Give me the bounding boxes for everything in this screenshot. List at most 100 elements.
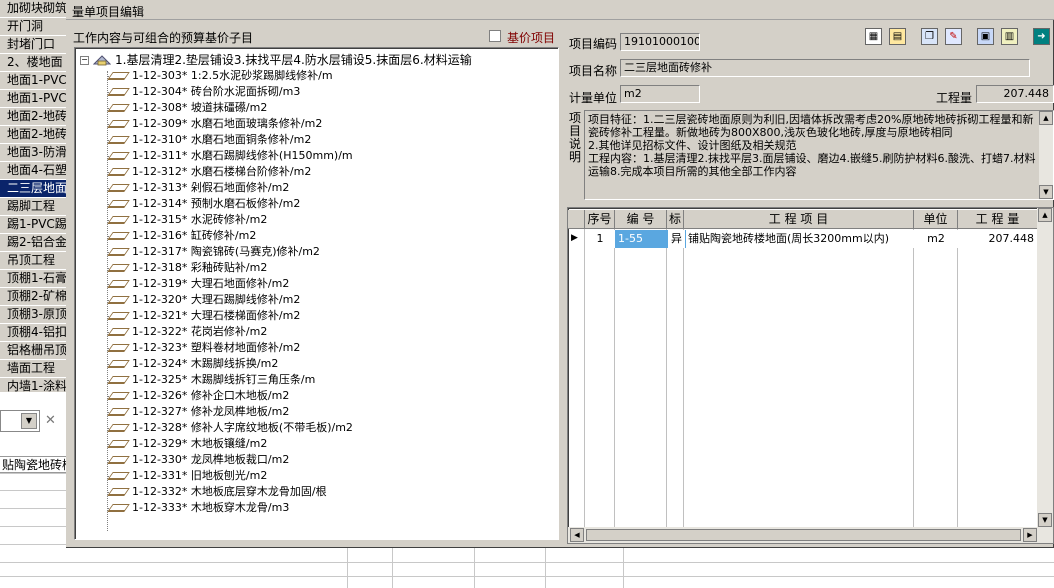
quota-item-icon (107, 296, 130, 304)
exit-icon[interactable]: ➜ (1033, 28, 1050, 45)
scroll-right-icon[interactable]: ▶ (1023, 528, 1037, 542)
calculator-icon[interactable]: ▦ (865, 28, 882, 45)
cell-unit[interactable]: m2 (914, 230, 958, 248)
list-item[interactable]: 地面1-PVC (0, 90, 66, 108)
col-header-flag[interactable]: 标 (667, 210, 684, 229)
col-header-code[interactable]: 编 号 (615, 210, 667, 229)
list-item[interactable]: 地面3-防滑 (0, 144, 66, 162)
sub-item-tree[interactable]: − 1.基层清理2.垫层铺设3.抹找平层4.防水层铺设5.抹面层6.材料运输 1… (74, 47, 559, 540)
tree-leaf-item[interactable]: 1-12-320* 大理石踢脚线修补/m2 (107, 292, 300, 308)
list-item[interactable]: 2、楼地面 (0, 54, 66, 72)
tree-leaf-item[interactable]: 1-12-314* 预制水磨石板修补/m2 (107, 196, 300, 212)
quota-item-icon (107, 488, 130, 496)
list-item[interactable]: 地面4-石塑 (0, 162, 66, 180)
scroll-up-icon[interactable]: ▲ (1039, 111, 1053, 125)
collapse-icon[interactable]: − (80, 56, 89, 65)
chart-icon[interactable]: ▥ (1001, 28, 1018, 45)
table-row[interactable]: 1 1-55 异 铺贴陶瓷地砖楼地面(周长3200mm以内) m2 207.44… (585, 230, 1037, 248)
name-field[interactable]: 二三层地面砖修补 (620, 59, 1030, 77)
chevron-down-icon[interactable]: ▼ (21, 413, 37, 429)
quota-grid[interactable]: 序号 编 号 标 工 程 项 目 单位 工 程 量 1 1-55 异 铺贴陶瓷地… (567, 207, 1054, 544)
list-item[interactable]: 踢1-PVC踢脚 (0, 216, 66, 234)
tree-leaf-item[interactable]: 1-12-309* 水磨石地面玻璃条修补/m2 (107, 116, 322, 132)
edit-icon[interactable]: ✎ (945, 28, 962, 45)
tree-leaf-item[interactable]: 1-12-325* 木踢脚线拆钉三角压条/m (107, 372, 315, 388)
description-scrollbar[interactable]: ▲ ▼ (1039, 111, 1053, 199)
cell-seq[interactable]: 1 (585, 230, 615, 248)
tree-leaf-item[interactable]: 1-12-322* 花岗岩修补/m2 (107, 324, 267, 340)
table-icon[interactable]: ▤ (889, 28, 906, 45)
code-field[interactable]: 191010001001 (620, 33, 700, 51)
tree-leaf-item[interactable]: 1-12-332* 木地板底层穿木龙骨加固/根 (107, 484, 327, 500)
dialog-titlebar[interactable]: 量单项目编辑 (66, 0, 1054, 20)
cell-item[interactable]: 铺贴陶瓷地砖楼地面(周长3200mm以内) (686, 230, 914, 248)
tree-leaf-item[interactable]: 1-12-316* 缸砖修补/m2 (107, 228, 257, 244)
cell-qty[interactable]: 207.448 (958, 230, 1037, 248)
tree-leaf-item[interactable]: 1-12-303* 1:2.5水泥砂浆踢脚线修补/m (107, 68, 333, 84)
scroll-down-icon[interactable]: ▼ (1038, 513, 1052, 527)
list-item[interactable]: 铝格栅吊顶 (0, 342, 66, 360)
col-header-unit[interactable]: 单位 (914, 210, 958, 229)
col-header-seq[interactable]: 序号 (585, 210, 615, 229)
tree-root-node[interactable]: 1.基层清理2.垫层铺设3.抹找平层4.防水层铺设5.抹面层6.材料运输 (115, 52, 472, 68)
scroll-up-icon[interactable]: ▲ (1038, 208, 1052, 222)
tree-leaf-item[interactable]: 1-12-319* 大理石地面修补/m2 (107, 276, 289, 292)
tree-leaf-item[interactable]: 1-12-318* 彩釉砖贴补/m2 (107, 260, 267, 276)
list-item[interactable]: 踢2-铝合金 (0, 234, 66, 252)
list-item[interactable]: 封堵门口 (0, 36, 66, 54)
list-item[interactable]: 顶棚1-石膏 (0, 270, 66, 288)
tree-leaf-item[interactable]: 1-12-315* 水泥砖修补/m2 (107, 212, 267, 228)
col-header-item[interactable]: 工 程 项 目 (684, 210, 914, 229)
tree-leaf-item[interactable]: 1-12-333* 木地板穿木龙骨/m3 (107, 500, 289, 516)
monitor-icon[interactable]: ▣ (977, 28, 994, 45)
quota-item-icon (107, 440, 130, 448)
tree-leaf-item[interactable]: 1-12-330* 龙凤榫地板裁口/m2 (107, 452, 289, 468)
list-item[interactable]: 加砌块砌筑 (0, 0, 66, 18)
tree-leaf-item[interactable]: 1-12-311* 水磨石踢脚线修补(H150mm)/m (107, 148, 353, 164)
grid-vscrollbar[interactable]: ▲ ▼ (1037, 208, 1053, 527)
tree-leaf-label: 1-12-311* 水磨石踢脚线修补(H150mm)/m (132, 149, 353, 162)
tree-leaf-item[interactable]: 1-12-327* 修补龙凤榫地板/m2 (107, 404, 289, 420)
tree-leaf-item[interactable]: 1-12-304* 砖台阶水泥面拆砌/m3 (107, 84, 300, 100)
list-item[interactable]: 墙面工程 (0, 360, 66, 378)
scroll-thumb[interactable] (586, 529, 1021, 541)
tree-leaf-item[interactable]: 1-12-321* 大理石楼梯面修补/m2 (107, 308, 300, 324)
list-item[interactable]: 顶棚4-铝扣 (0, 324, 66, 342)
tree-leaf-item[interactable]: 1-12-312* 水磨石楼梯台阶修补/m2 (107, 164, 311, 180)
grid-hscrollbar[interactable]: ◀ ▶ (568, 527, 1053, 543)
description-textarea[interactable]: 项目特征：1.二三层瓷砖地面原则为利旧,因墙体拆改需考虑20%原地砖地砖拆砌工程… (584, 110, 1054, 200)
col-header-qty[interactable]: 工 程 量 (958, 210, 1038, 229)
tree-leaf-label: 1-12-316* 缸砖修补/m2 (132, 229, 257, 242)
tree-leaf-item[interactable]: 1-12-324* 木踢脚线拆换/m2 (107, 356, 278, 372)
list-item[interactable]: 吊顶工程 (0, 252, 66, 270)
close-icon[interactable]: ✕ (45, 413, 56, 428)
tree-leaf-item[interactable]: 1-12-331* 旧地板刨光/m2 (107, 468, 267, 484)
list-item[interactable]: 顶棚2-矿棉 (0, 288, 66, 306)
tree-leaf-item[interactable]: 1-12-323* 塑料卷材地面修补/m2 (107, 340, 300, 356)
copy-icon[interactable]: ❐ (921, 28, 938, 45)
tree-leaf-item[interactable]: 1-12-317* 陶瓷锦砖(马赛克)修补/m2 (107, 244, 320, 260)
unit-field[interactable]: m2 (620, 85, 700, 103)
tree-leaf-item[interactable]: 1-12-308* 坡道抹礓礤/m2 (107, 100, 267, 116)
list-item[interactable]: 内墙1-涂料 (0, 378, 66, 396)
tree-leaf-item[interactable]: 1-12-328* 修补人字席纹地板(不带毛板)/m2 (107, 420, 353, 436)
tree-leaf-item[interactable]: 1-12-313* 剁假石地面修补/m2 (107, 180, 289, 196)
list-item[interactable]: 顶棚3-原顶 (0, 306, 66, 324)
list-item[interactable]: 开门洞 (0, 18, 66, 36)
base-price-checkbox[interactable] (489, 30, 501, 42)
cell-code[interactable]: 1-55 (618, 230, 668, 248)
tree-leaf-item[interactable]: 1-12-310* 水磨石地面铜条修补/m2 (107, 132, 311, 148)
list-item[interactable]: 地面2-地砖 (0, 108, 66, 126)
cell-flag[interactable]: 异 (668, 230, 685, 248)
tree-leaf-item[interactable]: 1-12-329* 木地板镶缝/m2 (107, 436, 267, 452)
scroll-left-icon[interactable]: ◀ (570, 528, 584, 542)
tree-leaf-item[interactable]: 1-12-326* 修补企口木地板/m2 (107, 388, 289, 404)
list-item[interactable]: 地面1-PVC (0, 72, 66, 90)
list-item[interactable]: 地面2-地砖 (0, 126, 66, 144)
list-item[interactable]: 踢脚工程 (0, 198, 66, 216)
quantity-field[interactable]: 207.448 (976, 85, 1054, 103)
scroll-down-icon[interactable]: ▼ (1039, 185, 1053, 199)
base-price-label[interactable]: 基价项目 (507, 29, 555, 46)
list-item[interactable]: 二三层地面 (0, 180, 66, 198)
row-pointer-icon: ▶ (571, 233, 578, 243)
